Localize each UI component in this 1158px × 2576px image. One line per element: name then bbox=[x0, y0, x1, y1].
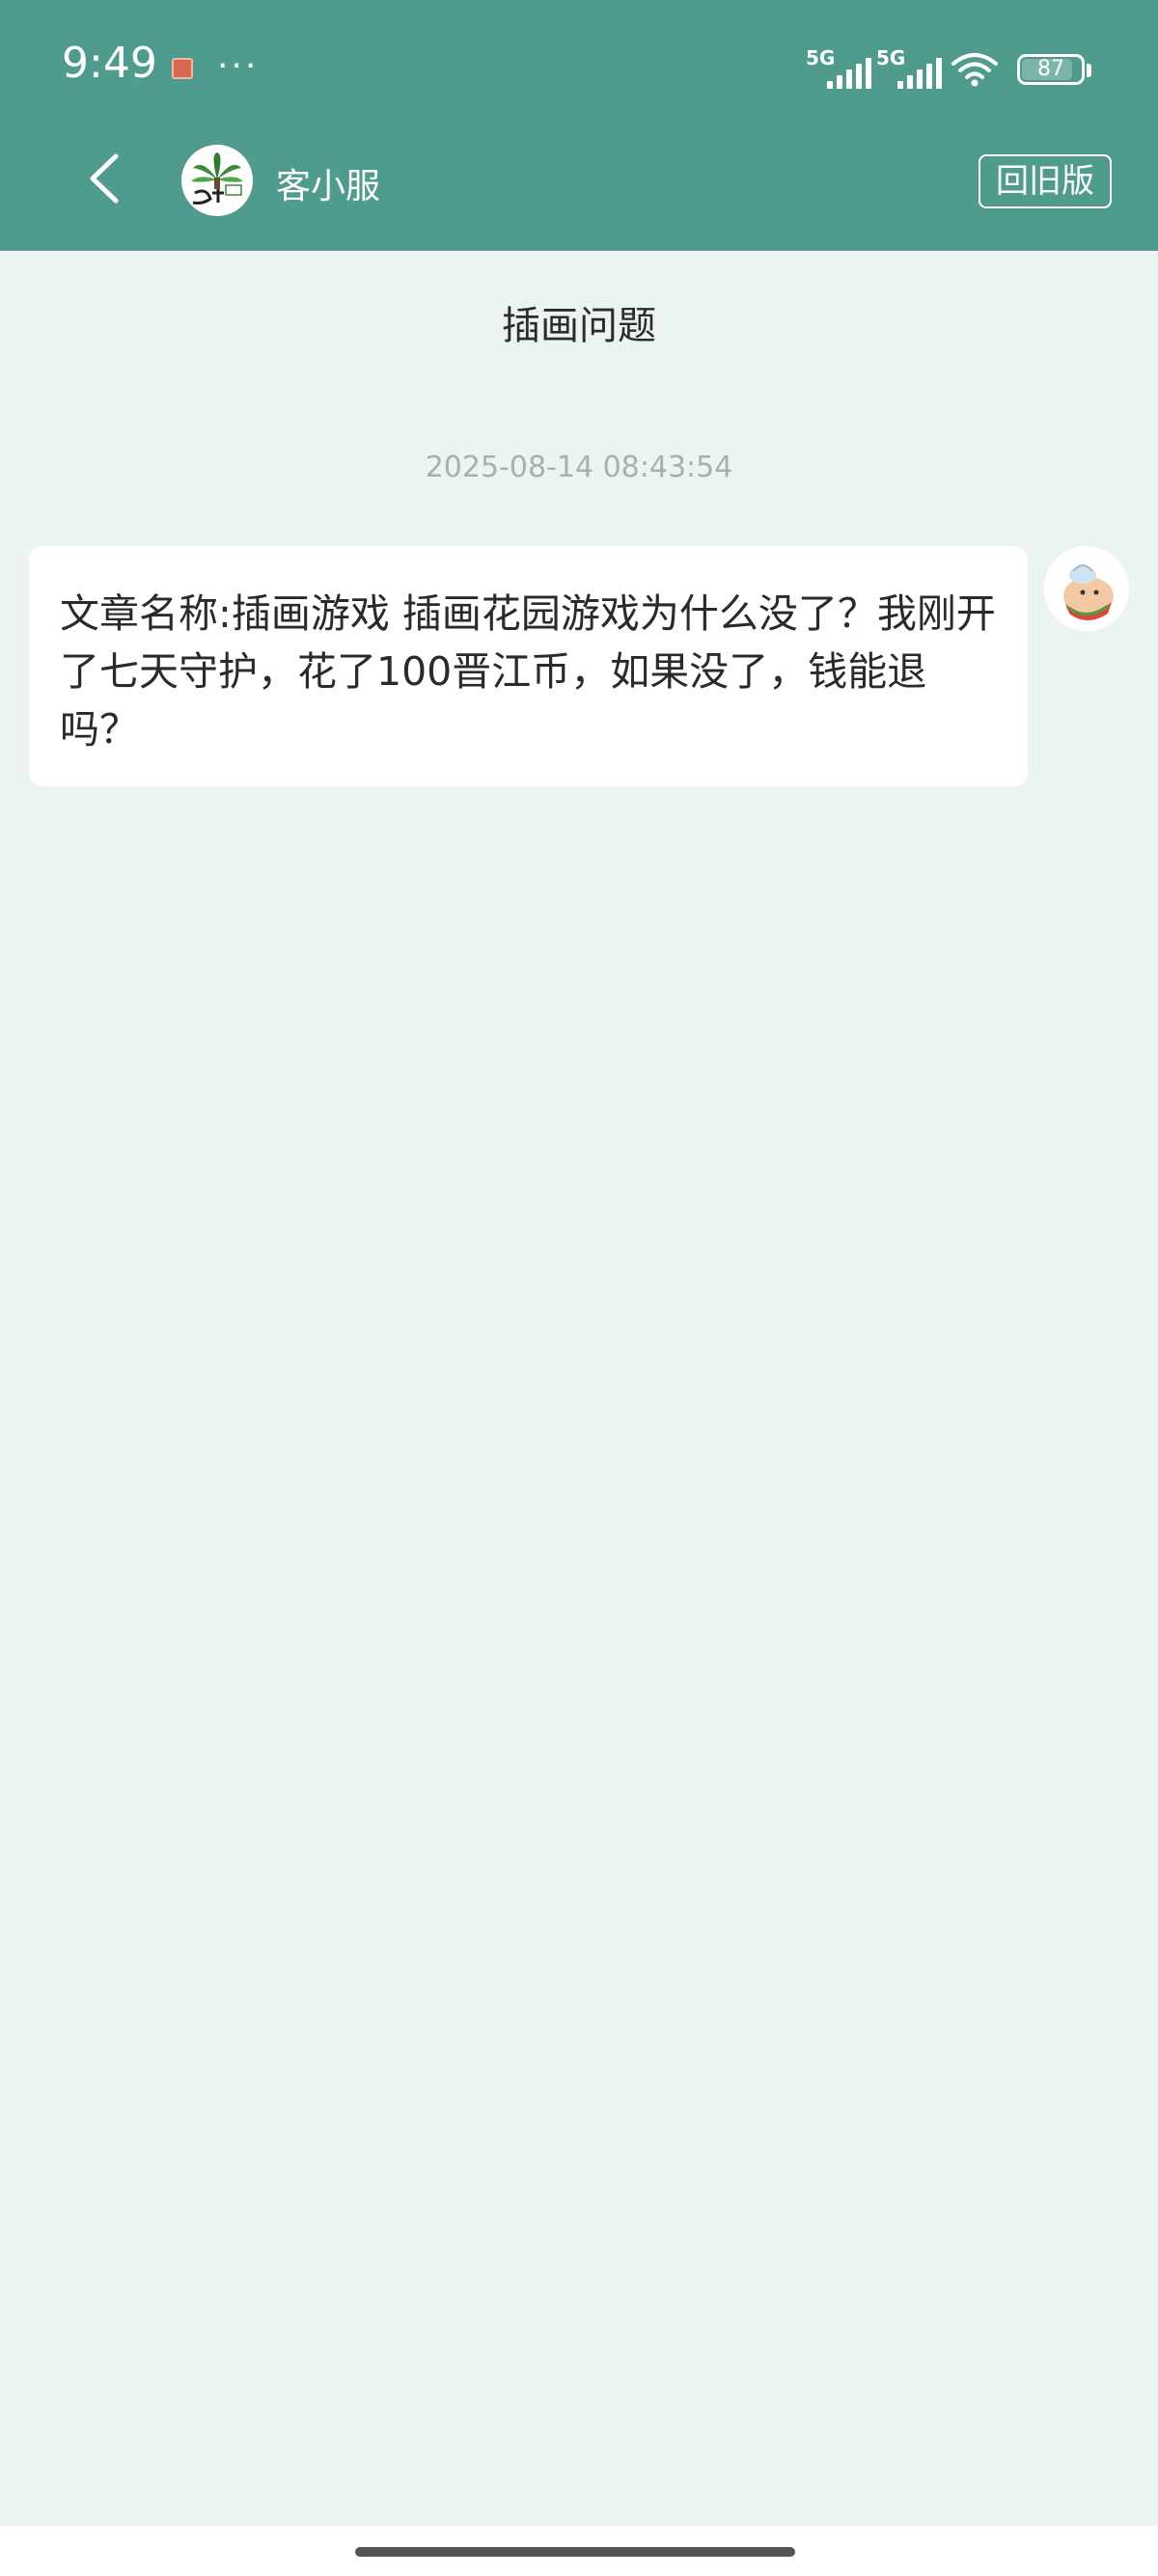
battery-tip bbox=[1087, 64, 1091, 77]
message-timestamp: 2025-08-14 08:43:54 bbox=[425, 451, 733, 484]
page-title: 插画问题 bbox=[502, 304, 656, 348]
battery-level: 87 bbox=[1037, 57, 1064, 81]
header-title: 客小服 bbox=[276, 167, 381, 206]
top-bar: 9:49 ··· 5G 5G 87 客小服 回旧版 bbox=[0, 0, 1158, 251]
wifi-icon bbox=[951, 53, 998, 87]
old-version-button[interactable]: 回旧版 bbox=[979, 154, 1112, 208]
home-indicator[interactable] bbox=[355, 2547, 795, 2557]
service-avatar bbox=[181, 145, 253, 216]
message-bubble: 文章名称:插画游戏 插画花园游戏为什么没了？我刚开了七天守护，花了100晋江币，… bbox=[29, 546, 1028, 786]
status-bar: 9:49 ··· 5G 5G 87 bbox=[0, 0, 1158, 135]
message-text: 文章名称:插画游戏 插画花园游戏为什么没了？我刚开了七天守护，花了100晋江币，… bbox=[60, 590, 996, 753]
chevron-left-icon bbox=[90, 153, 119, 204]
service-logo-icon bbox=[191, 152, 243, 205]
user-avatar[interactable] bbox=[1044, 546, 1129, 631]
battery-icon: 87 bbox=[1017, 54, 1085, 85]
user-avatar-image-icon bbox=[1044, 546, 1129, 631]
back-button[interactable] bbox=[77, 147, 135, 210]
status-time: 9:49 bbox=[62, 39, 157, 88]
notification-app-icon bbox=[172, 58, 193, 79]
more-notifications-icon: ··· bbox=[217, 46, 260, 86]
